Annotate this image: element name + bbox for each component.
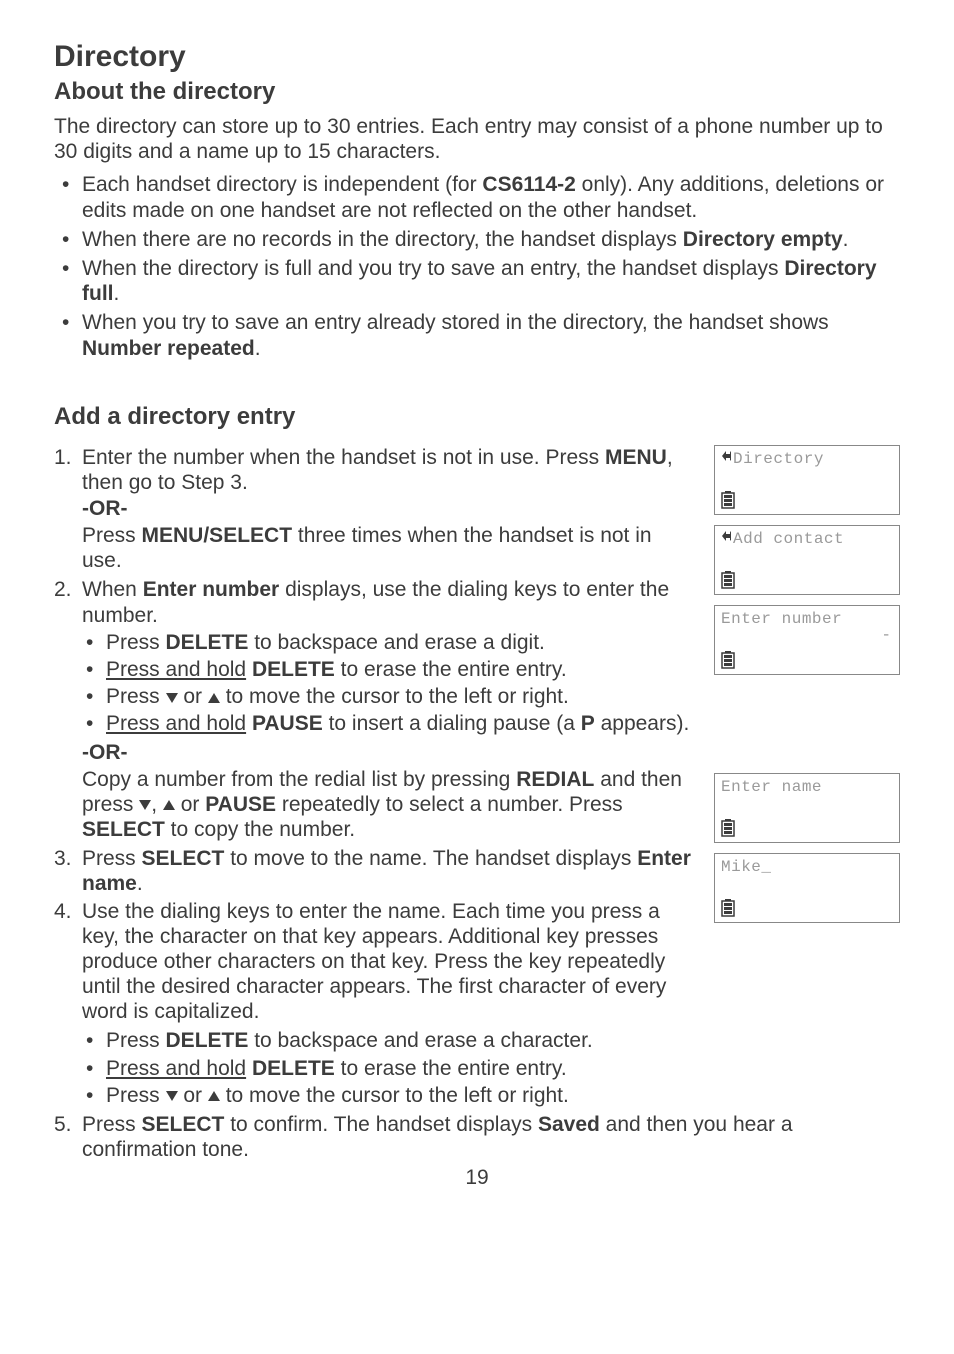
sub-bullet: Press or to move the cursor to the left …	[82, 1083, 900, 1108]
step-4: 4. Use the dialing keys to enter the nam…	[54, 899, 696, 1025]
battery-icon	[721, 491, 735, 509]
up-arrow-icon	[208, 1091, 220, 1101]
sub-bullet: Press and hold PAUSE to insert a dialing…	[82, 711, 696, 736]
about-bullet-list: Each handset directory is independent (f…	[54, 172, 900, 360]
bullet-item: When there are no records in the directo…	[54, 227, 900, 252]
lcd-screen-directory: Directory	[714, 445, 900, 515]
lcd-screen-enter-name: Enter name	[714, 773, 900, 843]
battery-icon	[721, 651, 735, 669]
lcd-text: Enter number	[721, 610, 893, 628]
nav-arrow-icon	[721, 529, 731, 547]
page-title: Directory	[54, 40, 900, 74]
up-arrow-icon	[208, 693, 220, 703]
bullet-item: When you try to save an entry already st…	[54, 310, 900, 360]
sub-bullet: Press or to move the cursor to the left …	[82, 684, 696, 709]
battery-icon	[721, 899, 735, 917]
lcd-screen-enter-number: Enter number -	[714, 605, 900, 675]
lcd-text: Directory	[733, 450, 824, 468]
sub-bullet: Press DELETE to backspace and erase a di…	[82, 630, 696, 655]
lcd-text: Add contact	[733, 530, 844, 548]
step-2-alt: Copy a number from the redial list by pr…	[54, 767, 696, 843]
lcd-text: Mike_	[721, 858, 893, 876]
step-number: 4.	[54, 899, 72, 924]
or-label: -OR-	[54, 741, 900, 765]
sub-bullet: Press DELETE to backspace and erase a ch…	[82, 1028, 900, 1053]
down-arrow-icon	[166, 693, 178, 703]
lcd-screen-add-contact: Add contact	[714, 525, 900, 595]
or-label: -OR-	[54, 497, 696, 521]
step-5: 5. Press SELECT to confirm. The handset …	[54, 1112, 900, 1162]
step-2: 2. When Enter number displays, use the d…	[54, 577, 696, 736]
step-3: 3. Press SELECT to move to the name. The…	[54, 846, 696, 896]
section-heading-about: About the directory	[54, 78, 900, 106]
nav-arrow-icon	[721, 449, 731, 467]
section1-intro: The directory can store up to 30 entries…	[54, 114, 900, 164]
lcd-screen-mike: Mike_	[714, 853, 900, 923]
battery-icon	[721, 819, 735, 837]
step-number: 2.	[54, 577, 72, 602]
section-heading-add: Add a directory entry	[54, 403, 900, 431]
step-number: 5.	[54, 1112, 72, 1137]
lcd-cursor: -	[881, 626, 891, 644]
step-number: 1.	[54, 445, 72, 470]
sub-bullet: Press and hold DELETE to erase the entir…	[82, 657, 696, 682]
down-arrow-icon	[166, 1091, 178, 1101]
battery-icon	[721, 571, 735, 589]
down-arrow-icon	[139, 800, 151, 810]
page-number: 19	[54, 1166, 900, 1190]
up-arrow-icon	[163, 800, 175, 810]
bullet-item: When the directory is full and you try t…	[54, 256, 900, 306]
step-number: 3.	[54, 846, 72, 871]
step-1-alt: Press MENU/SELECT three times when the h…	[54, 523, 696, 573]
lcd-text: Enter name	[721, 778, 893, 796]
bullet-item: Each handset directory is independent (f…	[54, 172, 900, 222]
sub-bullet: Press and hold DELETE to erase the entir…	[82, 1056, 900, 1081]
step-1: 1. Enter the number when the handset is …	[54, 445, 696, 495]
